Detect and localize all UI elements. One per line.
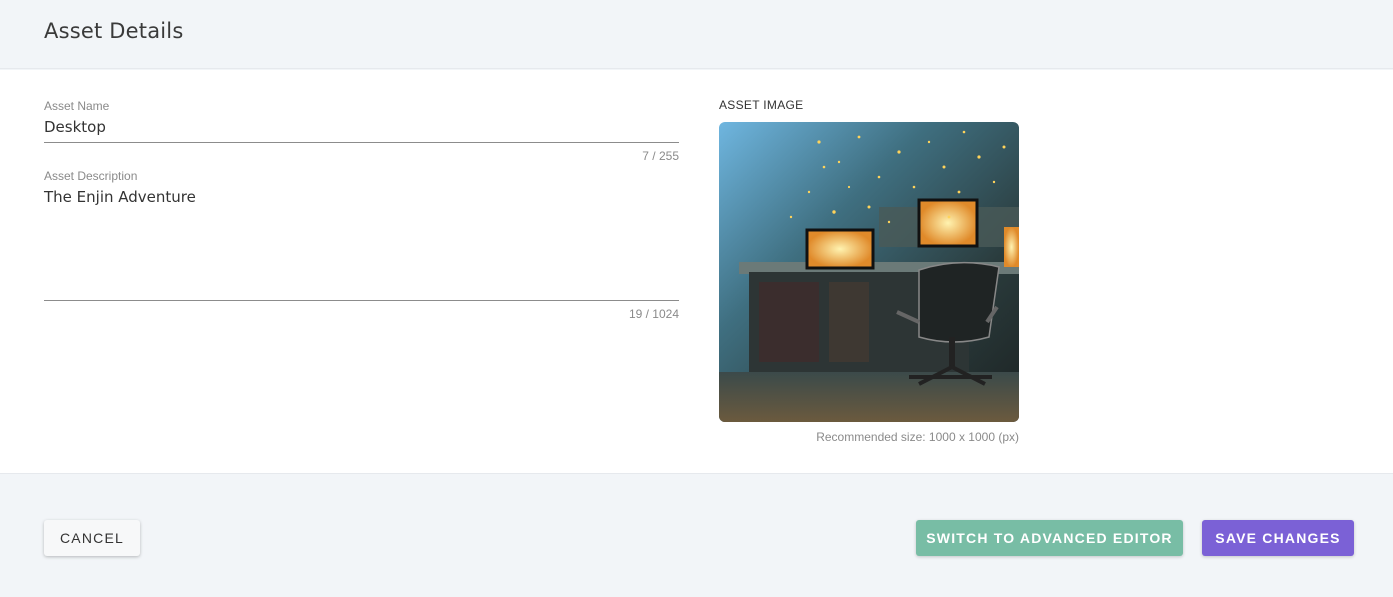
- page-title: Asset Details: [44, 19, 184, 43]
- asset-image-label: ASSET IMAGE: [719, 98, 804, 112]
- asset-description-counter: 19 / 1024: [628, 307, 679, 321]
- asset-image-illustration: [719, 122, 1019, 422]
- asset-name-input[interactable]: Desktop: [44, 118, 106, 136]
- asset-image-preview[interactable]: [719, 122, 1019, 422]
- cancel-button[interactable]: CANCEL: [44, 520, 140, 556]
- save-changes-button[interactable]: SAVE CHANGES: [1202, 520, 1354, 556]
- page-header: Asset Details: [0, 0, 1393, 69]
- switch-advanced-editor-button[interactable]: SWITCH TO ADVANCED EDITOR: [916, 520, 1183, 556]
- asset-name-counter: 7 / 255: [642, 149, 679, 163]
- asset-name-label: Asset Name: [44, 99, 110, 113]
- asset-name-underline: [44, 142, 679, 143]
- asset-description-underline: [44, 300, 679, 301]
- image-size-note: Recommended size: 1000 x 1000 (px): [816, 430, 1019, 444]
- asset-details-panel: Asset Name Desktop 7 / 255 Asset Descrip…: [0, 70, 1393, 474]
- asset-description-label: Asset Description: [44, 169, 138, 183]
- asset-description-textarea[interactable]: The Enjin Adventure: [44, 188, 196, 206]
